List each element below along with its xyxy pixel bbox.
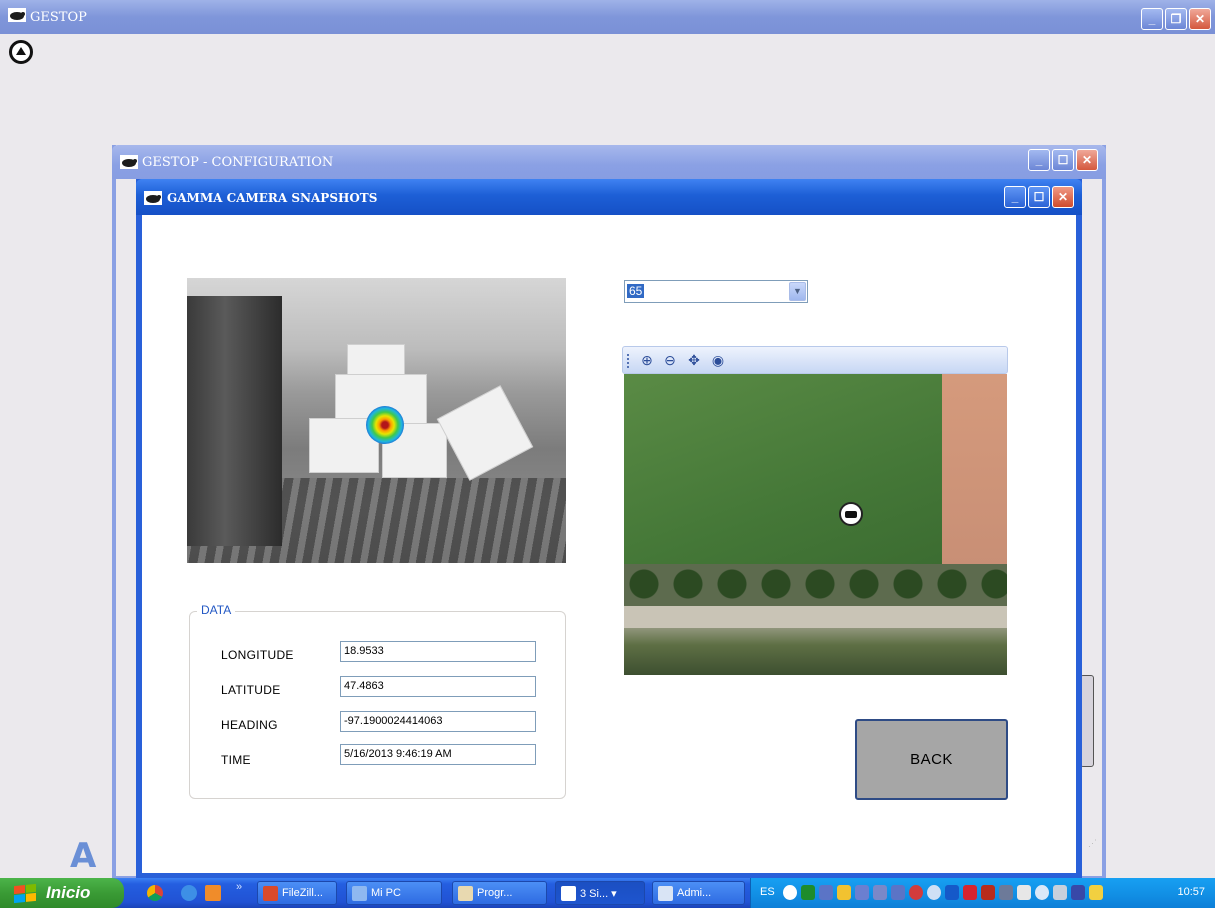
config-scrollbar[interactable] — [1080, 675, 1094, 767]
admin-console-icon — [658, 886, 673, 901]
task-filezilla[interactable]: FileZill... — [257, 881, 337, 905]
pillar — [187, 296, 282, 546]
camera-marker-icon[interactable] — [839, 502, 863, 526]
satellite-map[interactable] — [624, 374, 1007, 675]
config-close-button[interactable]: ✕ — [1076, 149, 1098, 171]
turtle-app-icon — [144, 191, 162, 205]
gamma-minimize-button[interactable]: _ — [1004, 186, 1026, 208]
football-field — [624, 374, 949, 584]
center-camera-icon[interactable]: ◉ — [709, 351, 727, 369]
tray-monitor-icon[interactable] — [999, 885, 1013, 900]
chrome-icon[interactable] — [147, 885, 163, 901]
task-gestop-group[interactable]: 3 Si... ▾ — [555, 881, 645, 905]
turtle-app-icon — [120, 155, 138, 169]
internet-explorer-icon[interactable] — [181, 885, 197, 901]
tray-bluetooth-icon[interactable] — [945, 885, 959, 900]
gamma-camera-titlebar[interactable]: GAMMA CAMERA SNAPSHOTS _ ☐ ✕ — [136, 179, 1082, 215]
configuration-titlebar[interactable]: GESTOP - CONFIGURATION _ ☐ ✕ — [112, 145, 1106, 179]
tree-line — [624, 564, 1007, 609]
desktop-app-icon[interactable]: A — [70, 836, 96, 876]
data-groupbox — [189, 611, 566, 799]
snapshot-select[interactable]: 65 ▼ — [624, 280, 808, 303]
eject-icon[interactable] — [9, 40, 33, 64]
tray-back-icon[interactable] — [783, 885, 797, 900]
back-button[interactable]: BACK — [855, 719, 1008, 800]
tray-network-icon[interactable] — [819, 885, 833, 900]
tray-security-icon[interactable] — [909, 885, 923, 900]
task-admin[interactable]: Admi... — [652, 881, 745, 905]
time-field[interactable]: 5/16/2013 9:46:19 AM — [340, 744, 536, 765]
tray-display-icon[interactable] — [1053, 885, 1067, 900]
snapshot-select-value: 65 — [627, 284, 645, 298]
turtle-app-icon — [561, 886, 576, 901]
quicklaunch-app-icon[interactable] — [205, 885, 221, 901]
filezilla-icon — [263, 886, 278, 901]
map-toolbar: ⊕ ⊖ ✥ ◉ — [622, 346, 1008, 374]
longitude-field[interactable]: 18.9533 — [340, 641, 536, 662]
toolbar-grip[interactable] — [627, 354, 629, 368]
tray-shield-icon[interactable] — [837, 885, 851, 900]
task-label: FileZill... — [282, 887, 323, 899]
time-label: TIME — [221, 753, 251, 767]
gamma-maximize-button[interactable]: ☐ — [1028, 186, 1050, 208]
pan-icon[interactable]: ✥ — [685, 351, 703, 369]
chevron-down-icon[interactable]: ▼ — [789, 282, 806, 301]
task-label: Progr... — [477, 887, 513, 899]
main-close-button[interactable]: ✕ — [1189, 8, 1211, 30]
heading-field[interactable]: -97.1900024414063 — [340, 711, 536, 732]
main-minimize-button[interactable]: _ — [1141, 8, 1163, 30]
gamma-snapshot-image — [187, 278, 566, 563]
gamma-camera-window-title: GAMMA CAMERA SNAPSHOTS — [167, 191, 378, 205]
tray-battery-icon[interactable] — [1071, 885, 1085, 900]
footpath — [624, 606, 1007, 628]
zoom-in-icon[interactable]: ⊕ — [638, 351, 656, 369]
clock[interactable]: 10:57 — [1177, 886, 1205, 898]
heading-label: HEADING — [221, 718, 278, 732]
task-label: Admi... — [677, 887, 712, 899]
running-track — [942, 374, 1007, 584]
main-titlebar[interactable]: GESTOP _ ❐ ✕ — [0, 0, 1215, 34]
system-tray: ES 10:57 — [750, 878, 1215, 908]
tray-network-icon[interactable] — [891, 885, 905, 900]
tray-network-icon[interactable] — [873, 885, 887, 900]
radiation-hotspot — [366, 406, 404, 444]
task-label: Mi PC — [371, 887, 401, 899]
zoom-out-icon[interactable]: ⊖ — [661, 351, 679, 369]
tray-power-icon[interactable] — [1089, 885, 1103, 900]
resize-grip-icon[interactable]: ⋰ — [1088, 838, 1102, 852]
tray-hand-icon[interactable] — [1017, 885, 1031, 900]
box — [436, 385, 534, 481]
gimp-icon — [458, 886, 473, 901]
configuration-window-title: GESTOP - CONFIGURATION — [142, 155, 334, 170]
task-label: 3 Si... ▾ — [580, 888, 617, 900]
gamma-close-button[interactable]: ✕ — [1052, 186, 1074, 208]
tray-filezilla-icon[interactable] — [981, 885, 995, 900]
tray-network-icon[interactable] — [855, 885, 869, 900]
task-mi-pc[interactable]: Mi PC — [346, 881, 442, 905]
start-label: Inicio — [46, 883, 91, 902]
tray-green-icon[interactable] — [801, 885, 815, 900]
tray-icons — [783, 885, 1103, 900]
start-button[interactable]: Inicio — [0, 878, 124, 908]
latitude-field[interactable]: 47.4863 — [340, 676, 536, 697]
config-minimize-button[interactable]: _ — [1028, 149, 1050, 171]
config-maximize-button[interactable]: ☐ — [1052, 149, 1074, 171]
quicklaunch-more[interactable]: » — [236, 881, 242, 893]
computer-icon — [352, 886, 367, 901]
taskbar: Inicio » FileZill... Mi PC Progr... 3 Si… — [0, 878, 1215, 908]
windows-logo-icon — [14, 883, 36, 904]
main-restore-button[interactable]: ❐ — [1165, 8, 1187, 30]
data-group-legend: DATA — [197, 603, 236, 617]
tray-wifi-icon[interactable] — [1035, 885, 1049, 900]
tray-k-icon[interactable] — [963, 885, 977, 900]
turtle-app-icon — [8, 8, 26, 22]
latitude-label: LATITUDE — [221, 683, 281, 697]
task-programs[interactable]: Progr... — [452, 881, 547, 905]
tray-update-icon[interactable] — [927, 885, 941, 900]
language-indicator[interactable]: ES — [760, 886, 775, 898]
main-window-title: GESTOP — [30, 10, 87, 25]
longitude-label: LONGITUDE — [221, 648, 294, 662]
